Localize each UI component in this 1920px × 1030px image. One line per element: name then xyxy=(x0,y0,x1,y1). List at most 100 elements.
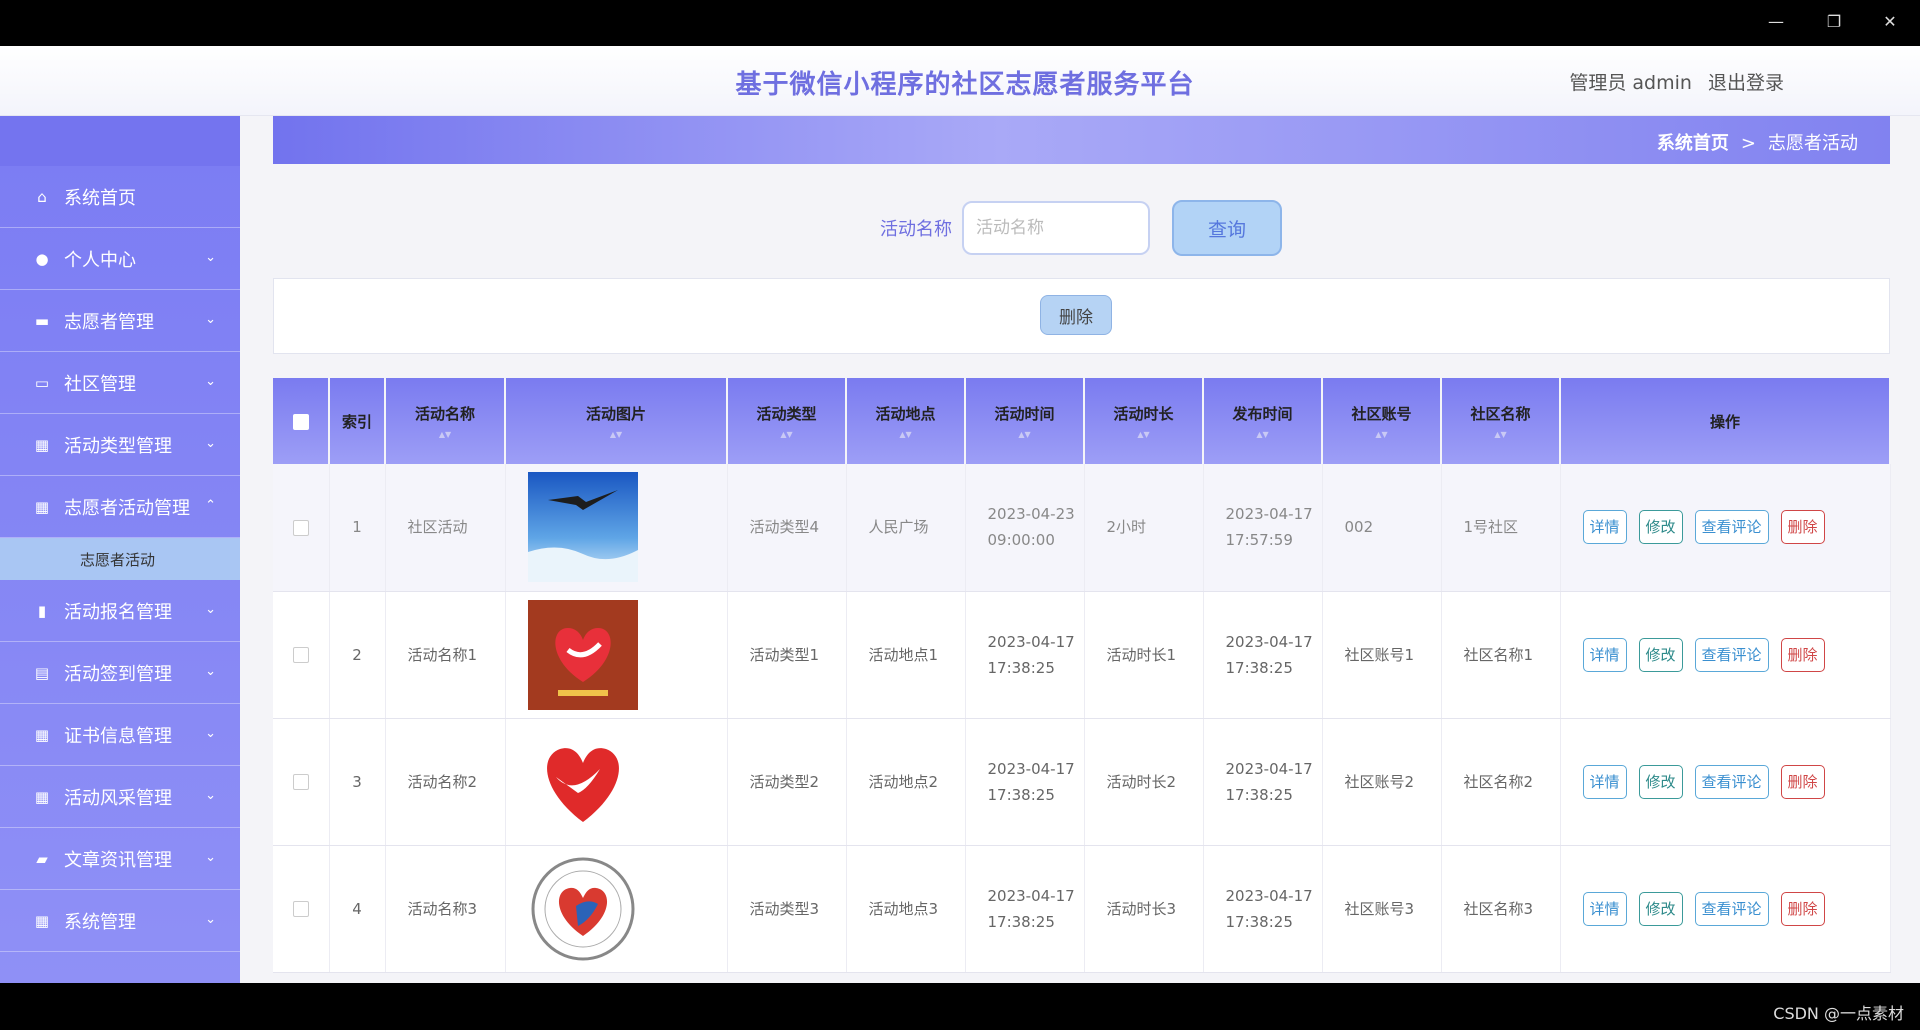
column-header[interactable]: 活动时长 ▲▼ xyxy=(1084,378,1204,464)
cell-publish: 2023-04-17 17:38:25 xyxy=(1203,591,1323,719)
view-comments-button[interactable]: 查看评论 xyxy=(1694,891,1769,926)
sidebar-item-items-2[interactable]: ▬ 志愿者管理 ⌄ xyxy=(0,290,240,352)
sidebar-item-items2-0[interactable]: ▮ 活动报名管理 ⌄ xyxy=(0,580,240,642)
sort-icon[interactable]: ▲▼ xyxy=(1085,430,1202,440)
search-input[interactable] xyxy=(962,201,1150,255)
column-header-label: 索引 xyxy=(341,412,372,431)
chevron-down-icon: ⌄ xyxy=(205,788,216,803)
sidebar-item-items-5[interactable]: ▦ 志愿者活动管理 ⌃ xyxy=(0,476,240,538)
sidebar-item-items-3[interactable]: ▭ 社区管理 ⌄ xyxy=(0,352,240,414)
sidebar-item-items2-5[interactable]: ▦ 系统管理 ⌄ xyxy=(0,890,240,952)
delete-button[interactable]: 删除 xyxy=(1780,637,1825,672)
sidebar-item-label: 志愿者管理 xyxy=(64,311,154,333)
cell-duration: 活动时长1 xyxy=(1084,591,1204,719)
detail-button[interactable]: 详情 xyxy=(1582,891,1627,926)
column-header-label: 发布时间 xyxy=(1232,404,1293,423)
edit-button[interactable]: 修改 xyxy=(1638,637,1683,672)
cell-name: 社区活动 xyxy=(385,464,506,592)
sidebar-item-items2-3[interactable]: ▦ 活动风采管理 ⌄ xyxy=(0,766,240,828)
sort-icon[interactable]: ▲▼ xyxy=(1204,430,1321,440)
chart-icon: ▮ xyxy=(37,601,47,620)
row-checkbox-cell[interactable] xyxy=(273,718,330,846)
cell-publish: 2023-04-17 17:38:25 xyxy=(1203,845,1323,973)
cell-time: 2023-04-17 17:38:25 xyxy=(965,591,1085,719)
table-row: 4 活动名称3 活动类型3 活动地点3 2023-04-17 17:38:25 活动时长3… xyxy=(273,845,1891,973)
home-icon: ⌂ xyxy=(37,187,47,206)
cell-index: 2 xyxy=(329,591,386,719)
table-header-row: 索引 活动名称 ▲▼ 活动图片 ▲▼ 活动类型 ▲▼ 活动地点 ▲▼ 活动时间 ▲▼ 活动时长 ▲▼ 发布… xyxy=(273,378,1891,464)
sort-icon[interactable]: ▲▼ xyxy=(506,430,726,440)
cell-publish: 2023-04-17 17:38:25 xyxy=(1203,718,1323,846)
sort-icon[interactable]: ▲▼ xyxy=(386,430,504,440)
view-comments-button[interactable]: 查看评论 xyxy=(1694,510,1769,545)
sidebar-item-label: 证书信息管理 xyxy=(64,725,172,747)
grid-icon: ▦ xyxy=(34,787,50,806)
cell-image xyxy=(505,591,728,719)
query-button[interactable]: 查询 xyxy=(1172,200,1282,256)
logout-link[interactable]: 退出登录 xyxy=(1708,72,1784,94)
column-header-label: 社区账号 xyxy=(1351,404,1412,423)
sidebar-subitem-volunteer-activity[interactable]: 志愿者活动 xyxy=(0,538,240,580)
sort-icon[interactable]: ▲▼ xyxy=(728,430,845,440)
row-checkbox-cell[interactable] xyxy=(273,464,330,592)
edit-button[interactable]: 修改 xyxy=(1638,891,1683,926)
sort-icon[interactable]: ▲▼ xyxy=(1442,430,1559,440)
column-header[interactable]: 发布时间 ▲▼ xyxy=(1203,378,1323,464)
column-header[interactable]: 活动地点 ▲▼ xyxy=(846,378,966,464)
column-header[interactable]: 社区名称 ▲▼ xyxy=(1441,378,1561,464)
cell-type: 活动类型2 xyxy=(727,718,847,846)
sidebar-item-items-4[interactable]: ▦ 活动类型管理 ⌄ xyxy=(0,414,240,476)
view-comments-button[interactable]: 查看评论 xyxy=(1694,637,1769,672)
edit-button[interactable]: 修改 xyxy=(1638,764,1683,799)
minimize-icon[interactable]: — xyxy=(1762,10,1790,34)
breadcrumb-home[interactable]: 系统首页 xyxy=(1657,133,1729,154)
cell-ops: 详情 修改 查看评论 删除 xyxy=(1560,845,1891,973)
cell-ops: 详情 修改 查看评论 删除 xyxy=(1560,464,1891,592)
activity-image xyxy=(527,472,638,583)
chevron-down-icon: ⌄ xyxy=(205,374,216,389)
sidebar-item-items-1[interactable]: ● 个人中心 ⌄ xyxy=(0,228,240,290)
grid-icon: ▦ xyxy=(34,497,50,516)
cell-account: 002 xyxy=(1322,464,1442,592)
checkbox[interactable] xyxy=(292,647,309,663)
search-label: 活动名称 xyxy=(880,219,952,240)
briefcase-icon: ▬ xyxy=(34,311,50,330)
sidebar-item-items2-1[interactable]: ▤ 活动签到管理 ⌄ xyxy=(0,642,240,704)
batch-delete-button[interactable]: 删除 xyxy=(1040,295,1112,335)
view-comments-button[interactable]: 查看评论 xyxy=(1694,764,1769,799)
detail-button[interactable]: 详情 xyxy=(1582,764,1627,799)
column-header[interactable]: 活动名称 ▲▼ xyxy=(385,378,506,464)
checkbox[interactable] xyxy=(292,901,309,917)
chevron-down-icon: ⌄ xyxy=(205,726,216,741)
sidebar-item-items2-4[interactable]: ▰ 文章资讯管理 ⌄ xyxy=(0,828,240,890)
header: 基于微信小程序的社区志愿者服务平台 管理员 admin 退出登录 xyxy=(0,46,1920,116)
row-checkbox-cell[interactable] xyxy=(273,845,330,973)
sidebar-item-items2-2[interactable]: ▦ 证书信息管理 ⌄ xyxy=(0,704,240,766)
sort-icon[interactable]: ▲▼ xyxy=(1323,430,1440,440)
chevron-up-icon: ⌃ xyxy=(205,498,216,513)
sidebar-item-label: 系统管理 xyxy=(64,911,136,933)
detail-button[interactable]: 详情 xyxy=(1582,510,1627,545)
checkbox[interactable] xyxy=(292,413,309,430)
column-header[interactable]: 活动时间 ▲▼ xyxy=(965,378,1085,464)
delete-button[interactable]: 删除 xyxy=(1780,510,1825,545)
chevron-down-icon: ⌄ xyxy=(205,602,216,617)
sidebar-item-items-0[interactable]: ⌂ 系统首页 xyxy=(0,166,240,228)
sidebar-item-label: 活动类型管理 xyxy=(64,435,172,457)
detail-button[interactable]: 详情 xyxy=(1582,637,1627,672)
sort-icon[interactable]: ▲▼ xyxy=(966,430,1083,440)
edit-button[interactable]: 修改 xyxy=(1638,510,1683,545)
checkbox[interactable] xyxy=(292,519,309,536)
sort-icon[interactable]: ▲▼ xyxy=(847,430,964,440)
column-header[interactable]: 社区账号 ▲▼ xyxy=(1322,378,1442,464)
cell-account: 社区账号2 xyxy=(1322,718,1442,846)
row-checkbox-cell[interactable] xyxy=(273,591,330,719)
select-all-checkbox[interactable] xyxy=(273,378,330,464)
restore-icon[interactable]: ❐ xyxy=(1820,10,1848,34)
checkbox[interactable] xyxy=(292,774,309,790)
column-header[interactable]: 活动图片 ▲▼ xyxy=(505,378,728,464)
close-icon[interactable]: ✕ xyxy=(1876,10,1904,34)
delete-button[interactable]: 删除 xyxy=(1780,891,1825,926)
delete-button[interactable]: 删除 xyxy=(1780,764,1825,799)
column-header[interactable]: 活动类型 ▲▼ xyxy=(727,378,847,464)
